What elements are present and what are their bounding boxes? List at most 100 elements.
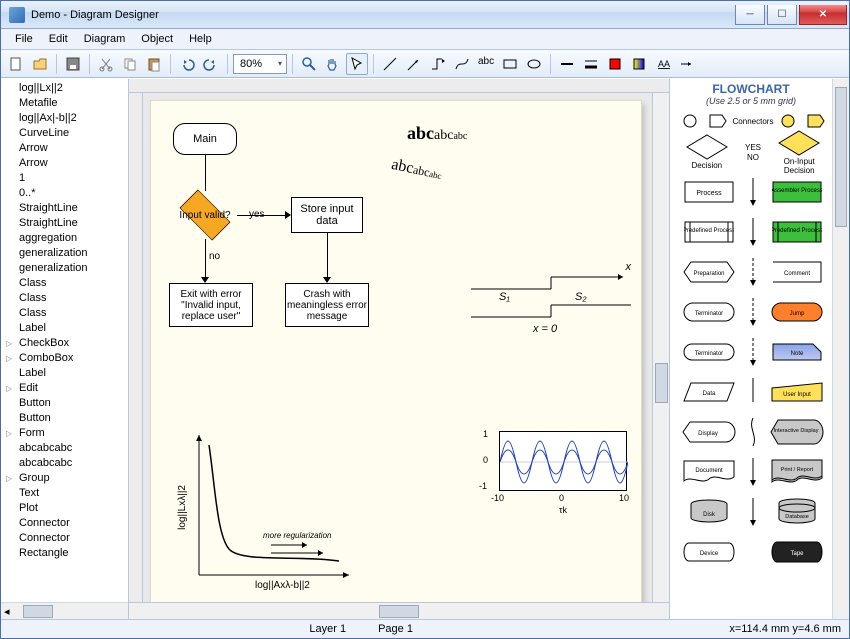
canvas[interactable]: Main Input valid? yes Store input data n… xyxy=(143,93,652,602)
pal-arrow-thin[interactable] xyxy=(743,378,763,406)
tree-item[interactable]: 1 xyxy=(1,171,128,186)
menu-file[interactable]: File xyxy=(7,31,41,47)
pal-device[interactable]: Device xyxy=(676,542,743,562)
arrow-tool-button[interactable] xyxy=(403,53,425,75)
pal-process[interactable]: Process xyxy=(676,181,743,203)
paste-button[interactable] xyxy=(143,53,165,75)
tree-item[interactable]: log||Lx||2 xyxy=(1,81,128,96)
line-style-button[interactable] xyxy=(580,53,602,75)
status-page[interactable]: Page 1 xyxy=(362,623,429,635)
tree-item[interactable]: Arrow xyxy=(1,141,128,156)
pal-oninput-decision[interactable]: On-Input Decision xyxy=(768,130,830,175)
canvas-vscrollbar[interactable] xyxy=(652,93,669,602)
pan-tool-button[interactable] xyxy=(322,53,344,75)
pal-terminator2[interactable]: Terminator xyxy=(676,343,743,361)
pointer-tool-button[interactable] xyxy=(346,53,368,75)
pal-arrow-down[interactable] xyxy=(743,218,763,246)
tree-item[interactable]: aggregation xyxy=(1,231,128,246)
connector[interactable] xyxy=(237,215,287,216)
tree-item[interactable]: Button xyxy=(1,396,128,411)
redo-button[interactable] xyxy=(200,53,222,75)
connector[interactable] xyxy=(327,233,328,279)
zoom-combo[interactable]: ▾ xyxy=(233,54,287,74)
tree-item[interactable]: Class xyxy=(1,276,128,291)
tree-item[interactable]: CurveLine xyxy=(1,126,128,141)
menu-edit[interactable]: Edit xyxy=(41,31,76,47)
close-button[interactable]: ✕ xyxy=(799,5,847,25)
pal-arrow-dash[interactable] xyxy=(743,338,763,366)
connector-tool-button[interactable] xyxy=(427,53,449,75)
menu-help[interactable]: Help xyxy=(181,31,220,47)
pal-assembler[interactable]: Assembler Process xyxy=(763,181,830,203)
tree-hscrollbar[interactable]: ◂ xyxy=(1,602,128,619)
line-tool-button[interactable] xyxy=(379,53,401,75)
pal-connector-circle[interactable] xyxy=(676,114,704,128)
tree-item[interactable]: Group xyxy=(1,471,128,486)
tree-item[interactable]: Edit xyxy=(1,381,128,396)
pal-arrow-down[interactable] xyxy=(743,178,763,206)
lcurve-plot[interactable]: log||Lxλ||2 more regularization log||Axλ… xyxy=(179,425,359,595)
titlebar[interactable]: Demo - Diagram Designer ─ ☐ ✕ xyxy=(1,1,849,29)
copy-button[interactable] xyxy=(119,53,141,75)
save-button[interactable] xyxy=(62,53,84,75)
pal-interactive[interactable]: Interactive Display xyxy=(763,419,830,445)
zoom-tool-button[interactable] xyxy=(298,53,320,75)
tree-item[interactable]: Connector xyxy=(1,516,128,531)
tree-item[interactable]: StraightLine xyxy=(1,201,128,216)
text-sample-2[interactable]: abcabcabc xyxy=(390,156,444,184)
undo-button[interactable] xyxy=(176,53,198,75)
pal-tape[interactable]: Tape xyxy=(763,541,830,563)
tree-item[interactable]: Rectangle xyxy=(1,546,128,561)
tree-item[interactable]: ComboBox xyxy=(1,351,128,366)
pal-database[interactable]: Database xyxy=(763,498,830,526)
minimize-button[interactable]: ─ xyxy=(735,5,765,25)
page[interactable]: Main Input valid? yes Store input data n… xyxy=(151,101,641,602)
tree-item[interactable]: CheckBox xyxy=(1,336,128,351)
node-exit[interactable]: Exit with error "Invalid input, replace … xyxy=(169,283,253,327)
pal-arrow-thin[interactable] xyxy=(743,418,763,446)
tree-item[interactable]: Form xyxy=(1,426,128,441)
pal-userinput[interactable]: User Input xyxy=(763,382,830,402)
tree-item[interactable]: Button xyxy=(1,411,128,426)
text-tool-button[interactable]: abc xyxy=(475,53,497,75)
tree-item[interactable]: Connector xyxy=(1,531,128,546)
pal-jump[interactable]: Jump xyxy=(763,302,830,322)
step-diagram[interactable]: x S₁ S₂ x = 0 xyxy=(471,273,631,337)
zoom-input[interactable] xyxy=(238,57,272,71)
node-decision[interactable]: Input valid? xyxy=(173,191,237,239)
sine-plot[interactable] xyxy=(499,431,627,491)
pal-display[interactable]: Display xyxy=(676,421,743,443)
gradient-button[interactable] xyxy=(628,53,650,75)
palette-vscrollbar[interactable] xyxy=(832,79,849,619)
pal-arrow-thin[interactable] xyxy=(743,498,763,526)
tree-item[interactable]: log||Ax|-b||2 xyxy=(1,111,128,126)
tree-item[interactable]: Text xyxy=(1,486,128,501)
pal-connector-pentagon-y[interactable] xyxy=(802,114,830,128)
tree-item[interactable]: Label xyxy=(1,366,128,381)
pal-print[interactable]: Print / Report xyxy=(763,459,830,485)
tree-item[interactable]: generalization xyxy=(1,261,128,276)
object-tree[interactable]: log||Lx||2Metafilelog||Ax|-b||2CurveLine… xyxy=(1,79,128,602)
cut-button[interactable] xyxy=(95,53,117,75)
tree-item[interactable]: Label xyxy=(1,321,128,336)
tree-item[interactable]: 0..* xyxy=(1,186,128,201)
pal-note[interactable]: Note xyxy=(763,343,830,361)
pal-arrow-dash[interactable] xyxy=(743,258,763,286)
tree-item[interactable]: Class xyxy=(1,291,128,306)
text-color-button[interactable]: AA xyxy=(652,53,674,75)
pal-decision[interactable]: Decision xyxy=(676,134,738,170)
tree-item[interactable]: Class xyxy=(1,306,128,321)
pal-predef2[interactable]: Predefined Process xyxy=(763,221,830,243)
pal-disk[interactable]: Disk xyxy=(676,499,743,525)
node-crash[interactable]: Crash with meaningless error message xyxy=(285,283,369,327)
line-color-button[interactable] xyxy=(556,53,578,75)
status-layer[interactable]: Layer 1 xyxy=(293,623,362,635)
chevron-down-icon[interactable]: ▾ xyxy=(278,59,282,68)
pal-preparation[interactable]: Preparation xyxy=(676,261,743,283)
pal-comment[interactable]: Comment xyxy=(763,261,830,283)
palette-body[interactable]: Connectors Decision YES NO xyxy=(670,108,832,619)
pal-terminator1[interactable]: Terminator xyxy=(676,302,743,322)
text-sample-1[interactable]: abcabcabc xyxy=(407,123,467,144)
pal-arrow-thin[interactable] xyxy=(743,458,763,486)
pal-connector-circle-y[interactable] xyxy=(773,114,801,128)
